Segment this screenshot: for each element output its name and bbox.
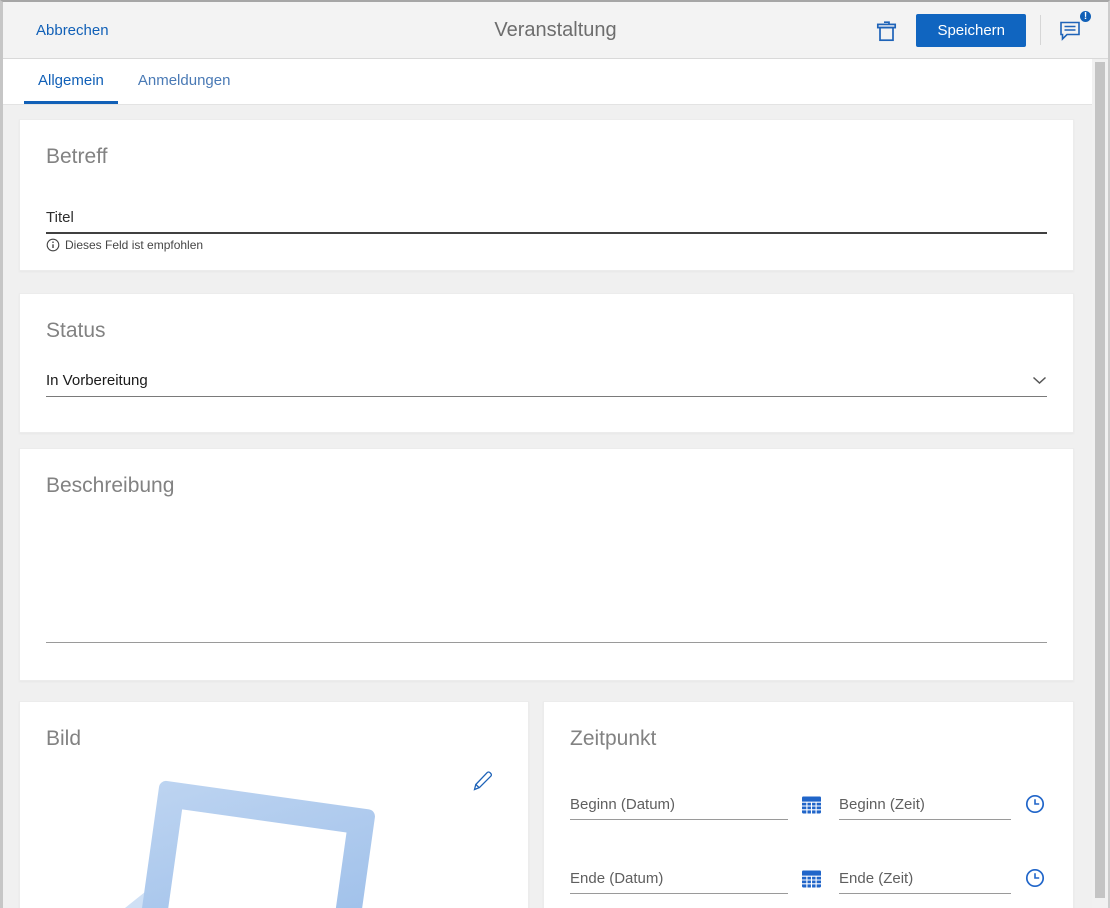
ende-zeit-input[interactable]: [839, 867, 1011, 894]
beschreibung-textarea[interactable]: [46, 507, 1047, 643]
section-bild: Bild: [19, 701, 529, 908]
tab-strip: Allgemein Anmeldungen: [3, 59, 1092, 105]
section-status: Status In Vorbereitung: [19, 293, 1074, 433]
beginn-zeit-input[interactable]: [839, 793, 1011, 820]
image-placeholder-triangle: [50, 888, 150, 908]
form-content: Betreff Dieses Feld ist empfohlen Status…: [3, 105, 1092, 908]
save-button[interactable]: Speichern: [916, 13, 1026, 47]
beginn-zeit-picker-button[interactable]: [1023, 792, 1047, 816]
scrollbar-thumb[interactable]: [1095, 62, 1105, 898]
section-heading-bild: Bild: [46, 727, 82, 750]
clock-icon: [1025, 794, 1045, 814]
section-heading-zeitpunkt: Zeitpunkt: [570, 727, 657, 750]
beginn-row: [570, 792, 1047, 820]
command-bar: Abbrechen Veranstaltung Speichern !: [3, 2, 1108, 59]
ende-row: [570, 866, 1047, 894]
ende-datum-input[interactable]: [570, 867, 789, 894]
vertical-scrollbar: [1092, 60, 1108, 908]
calendar-icon: [802, 796, 822, 814]
tab-anmeldungen[interactable]: Anmeldungen: [124, 59, 245, 104]
trash-icon: [873, 16, 900, 44]
zeitpunkt-fields: [570, 792, 1047, 894]
tab-allgemein[interactable]: Allgemein: [24, 59, 118, 104]
beginn-datum-input[interactable]: [570, 793, 789, 820]
info-icon: [46, 238, 60, 252]
chevron-down-icon: [1032, 376, 1047, 385]
section-heading-beschreibung: Beschreibung: [46, 474, 175, 497]
pencil-icon: [471, 768, 492, 791]
status-value: In Vorbereitung: [46, 372, 148, 389]
ende-datum-picker-button[interactable]: [800, 868, 823, 890]
section-betreff: Betreff Dieses Feld ist empfohlen: [19, 119, 1074, 271]
feedback-button[interactable]: !: [1055, 9, 1093, 45]
section-heading-betreff: Betreff: [46, 145, 108, 168]
calendar-icon: [802, 870, 822, 888]
edit-image-button[interactable]: [469, 766, 494, 793]
command-bar-actions: Speichern !: [871, 9, 1093, 47]
clock-icon: [1025, 868, 1045, 888]
titel-input[interactable]: [46, 205, 1047, 234]
field-hint-text: Dieses Feld ist empfohlen: [65, 238, 204, 252]
status-dropdown[interactable]: In Vorbereitung: [46, 372, 1047, 397]
section-beschreibung: Beschreibung: [19, 448, 1074, 681]
notification-badge: !: [1078, 9, 1093, 24]
delete-button[interactable]: [871, 14, 902, 46]
beginn-datum-picker-button[interactable]: [800, 794, 823, 816]
image-placeholder-canvas: [155, 809, 347, 908]
toolbar-divider: [1040, 15, 1041, 45]
section-zeitpunkt: Zeitpunkt: [543, 701, 1074, 908]
section-heading-status: Status: [46, 319, 106, 342]
cancel-button[interactable]: Abbrechen: [36, 22, 109, 39]
image-placeholder-frame: [126, 780, 376, 908]
field-hint: Dieses Feld ist empfohlen: [46, 238, 1047, 252]
ende-zeit-picker-button[interactable]: [1023, 866, 1047, 890]
bottom-row: Bild Zeitpunkt Beginn (Datum) Beginn (Ze…: [19, 701, 1074, 908]
event-form-window: Abbrechen Veranstaltung Speichern ! Allg…: [0, 0, 1110, 908]
